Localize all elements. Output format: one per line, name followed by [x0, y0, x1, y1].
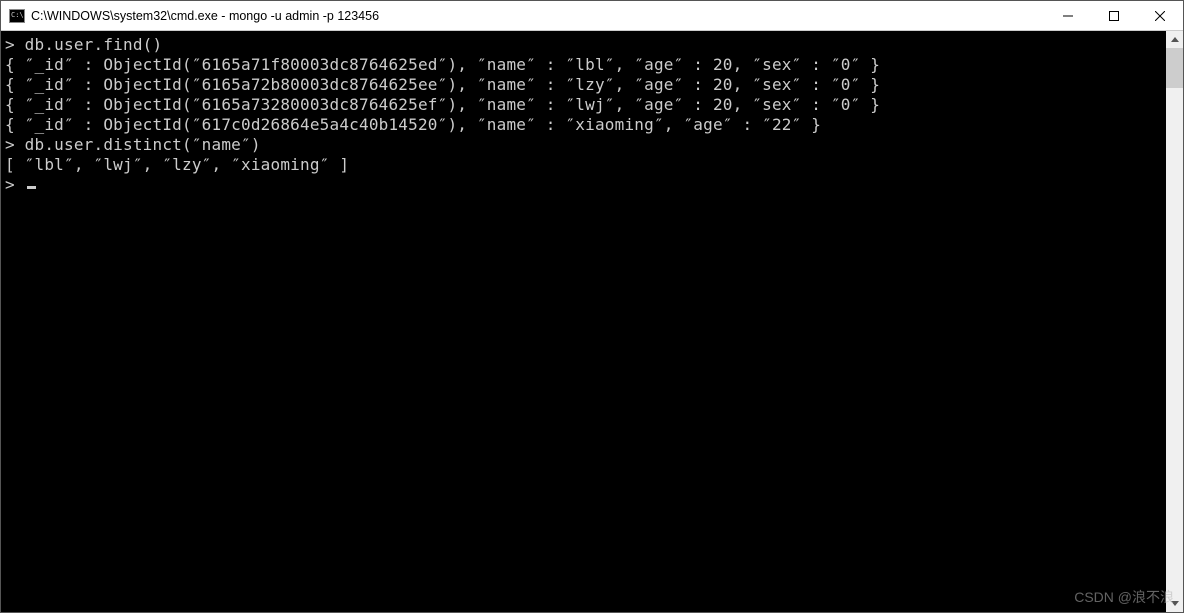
cursor	[27, 186, 36, 189]
maximize-button[interactable]	[1091, 1, 1137, 30]
scroll-down-button[interactable]	[1166, 595, 1183, 612]
console-area: > db.user.find() { ″_id″ : ObjectId(″616…	[1, 31, 1183, 612]
titlebar[interactable]: C:\WINDOWS\system32\cmd.exe - mongo -u a…	[1, 1, 1183, 31]
console-output[interactable]: > db.user.find() { ″_id″ : ObjectId(″616…	[1, 31, 1166, 612]
cmd-icon	[9, 9, 25, 23]
scroll-up-button[interactable]	[1166, 31, 1183, 48]
window-title: C:\WINDOWS\system32\cmd.exe - mongo -u a…	[31, 9, 1045, 23]
cmd-window: C:\WINDOWS\system32\cmd.exe - mongo -u a…	[0, 0, 1184, 613]
minimize-button[interactable]	[1045, 1, 1091, 30]
scrollbar[interactable]	[1166, 31, 1183, 612]
scroll-thumb[interactable]	[1166, 48, 1183, 88]
window-controls	[1045, 1, 1183, 30]
close-button[interactable]	[1137, 1, 1183, 30]
